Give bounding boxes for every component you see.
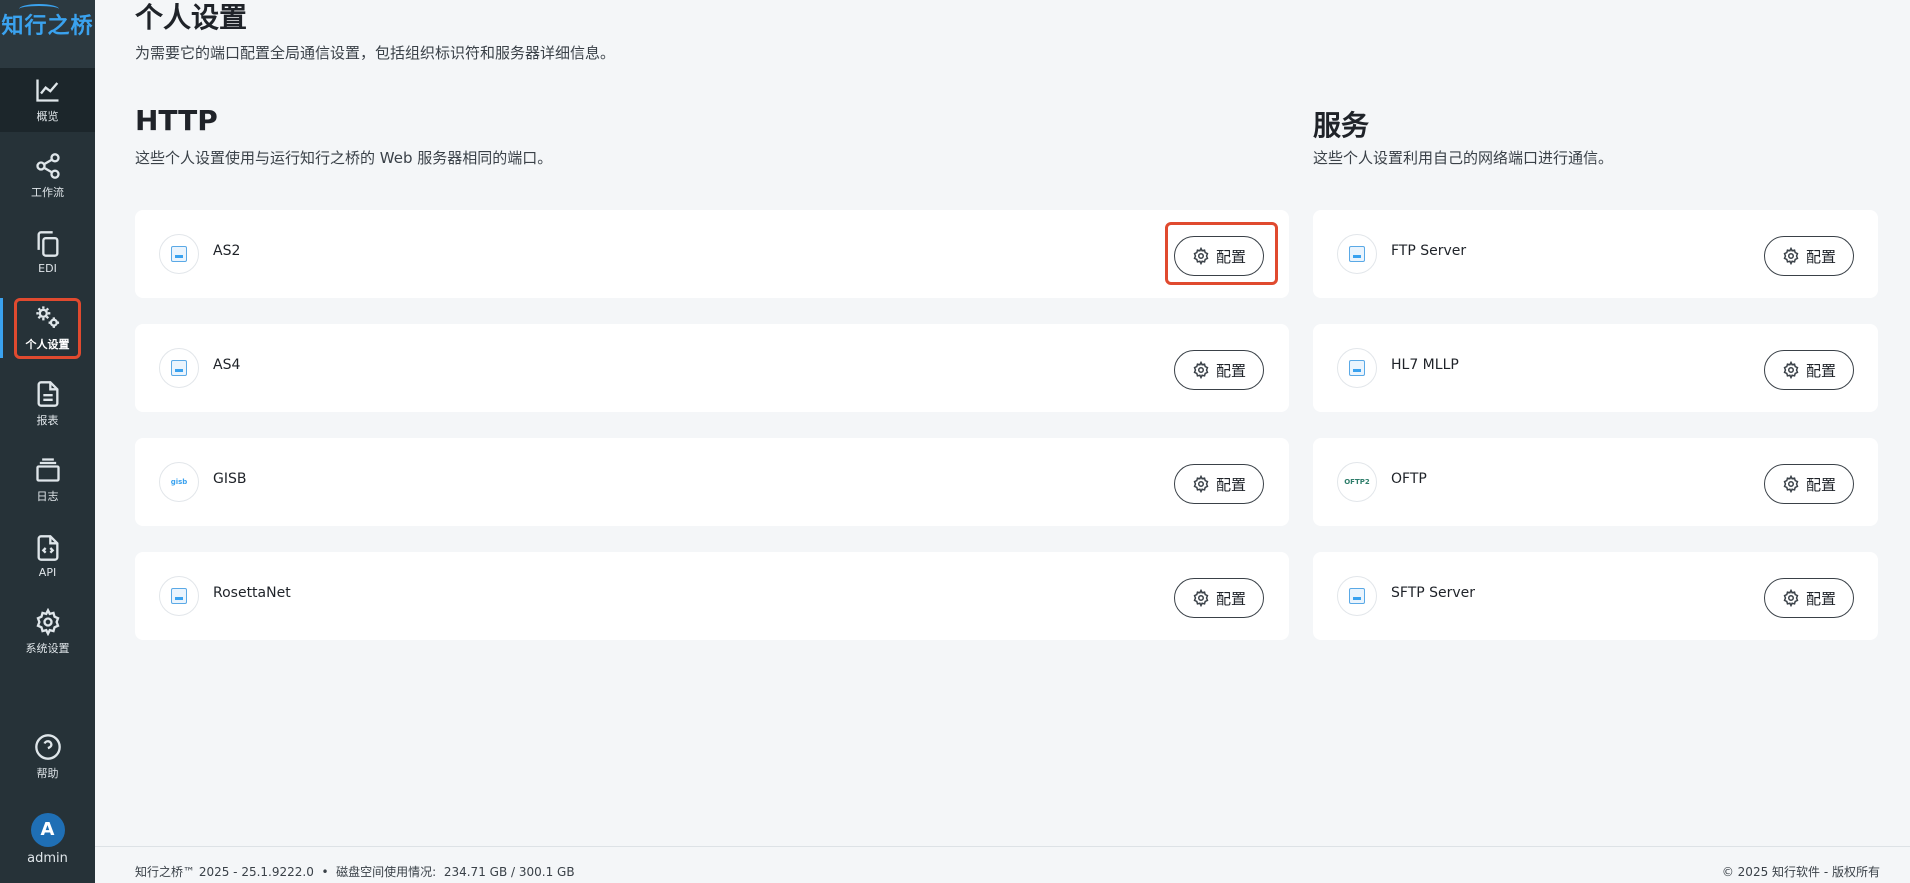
rosettanet-icon bbox=[159, 576, 199, 616]
share-nodes-icon bbox=[35, 153, 60, 179]
gear-icon bbox=[1193, 589, 1209, 607]
gear-icon bbox=[1193, 475, 1209, 493]
sidebar-item-label: EDI bbox=[38, 261, 57, 275]
list-item: AS2 配置 bbox=[135, 210, 1289, 298]
oftp-icon: OFTP2 bbox=[1337, 462, 1377, 502]
layers-icon bbox=[35, 458, 60, 482]
brand-name: 知行之桥 bbox=[1, 14, 94, 39]
sidebar-item-label: 帮助 bbox=[36, 767, 59, 780]
brand-logo[interactable]: 知行之桥 bbox=[0, 0, 95, 68]
configure-button[interactable]: 配置 bbox=[1764, 464, 1854, 504]
sidebar-item-label: 报表 bbox=[36, 414, 59, 427]
sidebar-item-system-settings[interactable]: 系统设置 bbox=[0, 600, 95, 664]
copy-icon bbox=[37, 230, 58, 257]
sidebar-item-logs[interactable]: 日志 bbox=[0, 448, 95, 512]
configure-button[interactable]: 配置 bbox=[1764, 578, 1854, 618]
list-item: SFTP Server 配置 bbox=[1313, 552, 1878, 640]
port-name: RosettaNet bbox=[213, 585, 291, 601]
page-title: 个人设置 bbox=[135, 1, 248, 34]
sidebar-item-edi[interactable]: EDI bbox=[0, 220, 95, 284]
button-label: 配置 bbox=[1215, 247, 1246, 266]
list-item: HL7 MLLP 配置 bbox=[1313, 324, 1878, 412]
button-label: 配置 bbox=[1215, 475, 1246, 494]
gear-icon bbox=[1783, 475, 1799, 493]
port-name: GISB bbox=[213, 471, 247, 487]
port-name: OFTP bbox=[1391, 471, 1427, 487]
help-icon bbox=[34, 734, 61, 760]
button-label: 配置 bbox=[1805, 247, 1836, 266]
gear-icon bbox=[35, 608, 60, 636]
sidebar-item-help[interactable]: 帮助 bbox=[0, 725, 95, 789]
gear-icon bbox=[1193, 361, 1209, 379]
port-name: SFTP Server bbox=[1391, 585, 1476, 601]
list-item: AS4 配置 bbox=[135, 324, 1289, 412]
user-name: admin bbox=[27, 850, 68, 866]
chart-line-icon bbox=[35, 79, 58, 102]
sftp-server-icon bbox=[1337, 576, 1377, 616]
sidebar-item-label: 系统设置 bbox=[25, 642, 70, 655]
port-name: FTP Server bbox=[1391, 243, 1467, 259]
button-label: 配置 bbox=[1215, 361, 1246, 380]
list-item: gisb GISB 配置 bbox=[135, 438, 1289, 526]
gear-icon bbox=[1783, 361, 1799, 379]
sidebar-item-workflow[interactable]: 工作流 bbox=[0, 144, 95, 208]
configure-button[interactable]: 配置 bbox=[1174, 236, 1264, 276]
sidebar: 知行之桥 概览 工作流 EDI 个人设置 报表 日志 API 系统设置 帮助 A bbox=[0, 0, 95, 883]
sidebar-item-overview[interactable]: 概览 bbox=[0, 68, 95, 132]
list-item: OFTP2 OFTP 配置 bbox=[1313, 438, 1878, 526]
sidebar-item-api[interactable]: API bbox=[0, 524, 95, 588]
port-name: AS4 bbox=[213, 357, 241, 373]
as2-icon bbox=[159, 234, 199, 274]
configure-button[interactable]: 配置 bbox=[1764, 350, 1854, 390]
sidebar-item-label: 个人设置 bbox=[25, 338, 70, 351]
sidebar-item-label: 日志 bbox=[36, 490, 59, 503]
button-label: 配置 bbox=[1805, 361, 1836, 380]
document-icon bbox=[37, 381, 58, 407]
gear-icon bbox=[1783, 247, 1799, 265]
main-content: 个人设置 为需要它的端口配置全局通信设置，包括组织标识符和服务器详细信息。 HT… bbox=[95, 0, 1910, 846]
footer-copyright: © 2025 知行软件 - 版权所有 bbox=[1721, 865, 1880, 879]
as4-icon bbox=[159, 348, 199, 388]
section-description-services: 这些个人设置利用自己的网络端口进行通信。 bbox=[1313, 149, 1614, 167]
user-menu[interactable]: A admin bbox=[0, 804, 95, 874]
footer: 知行之桥™ 2025 - 25.1.9222.0 • 磁盘空间使用情况: 234… bbox=[95, 846, 1910, 883]
footer-version-info: 知行之桥™ 2025 - 25.1.9222.0 • 磁盘空间使用情况: 234… bbox=[135, 865, 575, 879]
configure-button[interactable]: 配置 bbox=[1174, 350, 1264, 390]
sidebar-item-label: 工作流 bbox=[31, 186, 64, 199]
button-label: 配置 bbox=[1805, 589, 1836, 608]
sidebar-item-label: 概览 bbox=[36, 110, 59, 123]
configure-button[interactable]: 配置 bbox=[1174, 464, 1264, 504]
page-description: 为需要它的端口配置全局通信设置，包括组织标识符和服务器详细信息。 bbox=[135, 44, 616, 62]
section-description-http: 这些个人设置使用与运行知行之桥的 Web 服务器相同的端口。 bbox=[135, 149, 553, 167]
configure-button[interactable]: 配置 bbox=[1764, 236, 1854, 276]
list-item: FTP Server 配置 bbox=[1313, 210, 1878, 298]
sidebar-item-label: API bbox=[38, 565, 57, 579]
gear-icon bbox=[1783, 589, 1799, 607]
gisb-icon: gisb bbox=[159, 462, 199, 502]
list-item: RosettaNet 配置 bbox=[135, 552, 1289, 640]
button-label: 配置 bbox=[1215, 589, 1246, 608]
code-file-icon bbox=[37, 534, 58, 561]
section-title-http: HTTP bbox=[135, 104, 218, 137]
ftp-server-icon bbox=[1337, 234, 1377, 274]
sidebar-item-profile[interactable]: 个人设置 bbox=[0, 296, 95, 360]
button-label: 配置 bbox=[1805, 475, 1836, 494]
avatar: A bbox=[30, 812, 65, 847]
sidebar-item-reports[interactable]: 报表 bbox=[0, 372, 95, 436]
configure-button[interactable]: 配置 bbox=[1174, 578, 1264, 618]
hl7-mllp-icon bbox=[1337, 348, 1377, 388]
gears-icon bbox=[35, 306, 59, 328]
port-name: AS2 bbox=[213, 243, 241, 259]
port-name: HL7 MLLP bbox=[1391, 357, 1459, 373]
section-title-services: 服务 bbox=[1313, 109, 1370, 142]
gear-icon bbox=[1193, 247, 1209, 265]
